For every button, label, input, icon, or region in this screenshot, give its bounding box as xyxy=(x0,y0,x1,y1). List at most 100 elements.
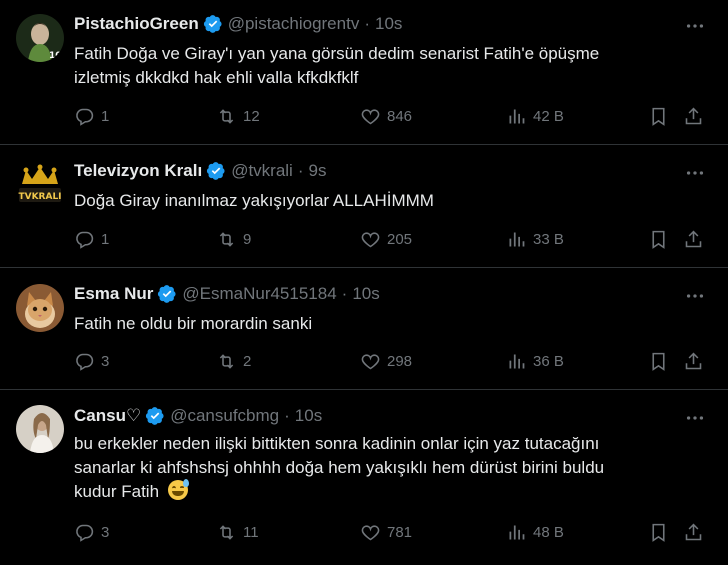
reply-button[interactable]: 1 xyxy=(74,106,109,127)
avatar-image: 100 xyxy=(16,14,64,62)
separator-dot: · xyxy=(284,406,290,425)
share-button[interactable] xyxy=(683,229,704,250)
more-options-icon[interactable] xyxy=(684,15,706,37)
like-button[interactable]: 205 xyxy=(360,229,412,250)
heart-icon xyxy=(361,109,380,125)
more-options-icon[interactable] xyxy=(684,285,706,307)
handle[interactable]: @tvkrali xyxy=(231,161,293,181)
avatar[interactable] xyxy=(16,284,64,332)
avatar-image xyxy=(16,405,64,453)
reply-button[interactable]: 1 xyxy=(74,229,109,250)
retweet-count: 9 xyxy=(243,231,252,248)
tweet-header: Televizyon Kralı @tvkrali · 9s xyxy=(74,161,326,181)
bookmark-icon xyxy=(652,352,665,371)
heart-icon xyxy=(361,354,380,370)
tweet-text-line: Fatih Doğa ve Giray'ı yan yana görsün de… xyxy=(74,44,600,63)
views-button[interactable]: 42 B xyxy=(506,106,564,127)
tweet-text: Doğa Giray inanılmaz yakışıyorlar ALLAHİ… xyxy=(74,189,694,213)
views-button[interactable]: 48 B xyxy=(506,522,564,543)
svg-text:100: 100 xyxy=(49,51,64,61)
sweat-smile-emoji-icon xyxy=(167,479,189,500)
timestamp[interactable]: 10s xyxy=(375,14,402,34)
tweet[interactable]: 100 PistachioGreen @pistachiogrentv · 10… xyxy=(0,0,728,145)
share-button[interactable] xyxy=(683,351,704,372)
analytics-icon xyxy=(509,525,525,540)
views-count: 42 B xyxy=(533,108,564,125)
action-bar: 1 12 846 42 B xyxy=(74,106,714,130)
timestamp[interactable]: 10s xyxy=(295,406,322,426)
bookmark-icon xyxy=(652,230,665,249)
views-button[interactable]: 36 B xyxy=(506,351,564,372)
action-bar: 1 9 205 33 B xyxy=(74,229,714,253)
like-button[interactable]: 781 xyxy=(360,522,412,543)
bookmark-icon xyxy=(652,107,665,126)
bookmark-button[interactable] xyxy=(648,351,669,372)
share-button[interactable] xyxy=(683,106,704,127)
display-name[interactable]: PistachioGreen xyxy=(74,14,199,34)
reply-count: 3 xyxy=(101,524,110,541)
verified-badge-icon xyxy=(203,15,222,33)
bookmark-icon xyxy=(652,523,665,542)
handle[interactable]: @pistachiogrentv xyxy=(228,14,360,34)
tweet-text: Fatih ne oldu bir morardin sanki xyxy=(74,312,694,336)
avatar[interactable]: 100 xyxy=(16,14,64,62)
reply-icon xyxy=(76,231,94,249)
retweet-count: 11 xyxy=(243,524,259,541)
retweet-icon xyxy=(219,232,234,247)
bookmark-button[interactable] xyxy=(648,229,669,250)
retweet-icon xyxy=(219,354,234,369)
display-name[interactable]: Televizyon Kralı xyxy=(74,161,202,181)
display-name[interactable]: Cansu♡ xyxy=(74,406,141,426)
views-count: 48 B xyxy=(533,524,564,541)
tweet-text: bu erkekler neden ilişki bittikten sonra… xyxy=(74,432,714,504)
heart-icon xyxy=(361,232,380,248)
tweet[interactable]: Esma Nur @EsmaNur4515184 · 10s Fatih ne … xyxy=(0,268,728,390)
display-name[interactable]: Esma Nur xyxy=(74,284,153,304)
action-bar: 3 2 298 36 B xyxy=(74,351,714,375)
avatar-logo-text: TVKRALI xyxy=(18,192,61,202)
avatar[interactable]: TVKRALI xyxy=(16,162,64,210)
more-options-icon[interactable] xyxy=(684,162,706,184)
reply-icon xyxy=(76,524,94,542)
tweet-text-line: Fatih ne oldu bir morardin sanki xyxy=(74,314,313,333)
tweet[interactable]: TVKRALI Televizyon Kralı @tvkrali · 9s D… xyxy=(0,145,728,268)
bookmark-button[interactable] xyxy=(648,106,669,127)
tweet-header: PistachioGreen @pistachiogrentv · 10s xyxy=(74,14,402,34)
like-count: 781 xyxy=(387,524,413,541)
retweet-count: 12 xyxy=(243,108,260,125)
analytics-icon xyxy=(509,232,525,247)
tweet-text-line: sanarlar ki ahfshshsj ohhhh doğa hem yak… xyxy=(74,458,605,477)
handle[interactable]: @EsmaNur4515184 xyxy=(182,284,336,304)
timestamp[interactable]: 10s xyxy=(352,284,379,304)
share-button[interactable] xyxy=(683,522,704,543)
cat-avatar-image xyxy=(16,284,64,332)
reply-count: 1 xyxy=(101,108,110,125)
avatar[interactable] xyxy=(16,405,64,453)
more-options-icon[interactable] xyxy=(684,407,706,429)
timestamp[interactable]: 9s xyxy=(309,161,327,181)
retweet-button[interactable]: 11 xyxy=(216,522,259,543)
tweet-text-line: kudur Fatih xyxy=(74,482,160,501)
share-icon xyxy=(685,107,702,125)
reply-count: 1 xyxy=(101,231,110,248)
tweet-text-line: bu erkekler neden ilişki bittikten sonra… xyxy=(74,434,600,453)
tweet-text: Fatih Doğa ve Giray'ı yan yana görsün de… xyxy=(74,42,694,90)
views-button[interactable]: 33 B xyxy=(506,229,564,250)
retweet-button[interactable]: 9 xyxy=(216,229,251,250)
analytics-icon xyxy=(509,109,525,124)
retweet-button[interactable]: 12 xyxy=(216,106,260,127)
handle[interactable]: @cansufcbmg xyxy=(170,406,279,426)
retweet-button[interactable]: 2 xyxy=(216,351,251,372)
like-button[interactable]: 298 xyxy=(360,351,412,372)
separator-dot: · xyxy=(364,14,370,33)
tweet[interactable]: Cansu♡ @cansufcbmg · 10s bu erkekler ned… xyxy=(0,390,728,565)
like-count: 205 xyxy=(387,231,413,248)
reply-count: 3 xyxy=(101,353,110,370)
reply-button[interactable]: 3 xyxy=(74,522,109,543)
like-button[interactable]: 846 xyxy=(360,106,412,127)
verified-badge-icon xyxy=(158,285,176,303)
reply-button[interactable]: 3 xyxy=(74,351,109,372)
like-count: 298 xyxy=(387,353,413,370)
bookmark-button[interactable] xyxy=(648,522,669,543)
reply-icon xyxy=(76,108,94,126)
